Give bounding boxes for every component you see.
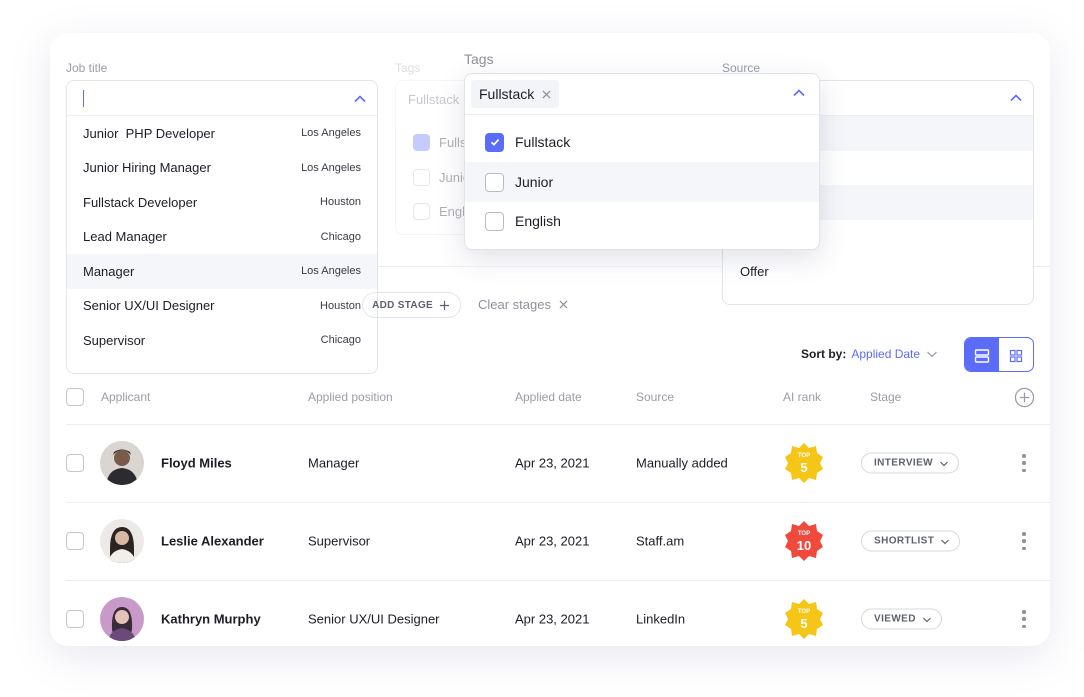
header-ai-rank[interactable]: AI rank [783,390,821,404]
divider [1034,266,1050,267]
chevron-up-icon[interactable] [792,86,806,100]
chevron-down-icon [941,539,950,544]
applicants-panel: Job title Junior PHP Developer Los Angele… [50,33,1050,646]
checkbox-icon [413,203,430,220]
job-option[interactable]: Supervisor Chicago [67,323,377,358]
close-icon [559,300,568,309]
more-options-icon[interactable] [1022,454,1026,472]
source: Staff.am [636,533,685,549]
avatar [100,441,144,485]
stage-dropdown[interactable]: SHORTLIST [861,530,961,552]
source-option[interactable]: Offer [723,254,1033,289]
header-applicant[interactable]: Applicant [101,390,150,404]
header-stage[interactable]: Stage [870,390,901,404]
applicant-name[interactable]: Floyd Miles [161,456,232,471]
stage-dropdown[interactable]: INTERVIEW [861,452,959,474]
applied-date: Apr 23, 2021 [515,455,590,471]
checkbox-icon [413,169,430,186]
source: Manually added [636,455,728,471]
row-checkbox[interactable] [66,610,84,628]
job-option[interactable]: Junior Hiring Manager Los Angeles [67,151,377,186]
checkbox-checked-icon[interactable] [485,132,504,152]
chevron-down-icon [940,461,948,466]
more-options-icon[interactable] [1022,532,1026,550]
divider [378,266,722,267]
job-title-label: Job title [66,61,108,75]
tag-option-english[interactable]: English [465,201,819,241]
applicant-name[interactable]: Kathryn Murphy [161,612,261,627]
tags-label-back: Tags [395,61,421,75]
applied-position: Manager [308,455,360,471]
header-source[interactable]: Source [636,390,674,404]
add-stage-button[interactable]: ADD STAGE [362,292,461,318]
view-toggle[interactable] [964,337,1034,372]
list-view-icon [974,348,990,363]
job-title-input[interactable] [67,81,377,116]
ai-rank-badge: TOP 10 [782,519,826,563]
ai-rank-badge: TOP 5 [782,597,826,641]
chevron-down-icon[interactable] [925,347,939,361]
job-option-hovered[interactable]: Manager Los Angeles [67,254,377,289]
row-checkbox[interactable] [66,454,84,472]
applicant-name[interactable]: Leslie Alexander [161,534,264,549]
job-option[interactable]: Fullstack Developer Houston [67,185,377,220]
tag-chip[interactable]: Fullstack [471,80,560,108]
select-all-checkbox[interactable] [66,388,84,406]
close-icon[interactable] [542,89,551,99]
grid-view-button[interactable] [999,338,1033,371]
more-options-icon[interactable] [1022,610,1026,628]
chevron-down-icon [922,617,931,622]
sort-control[interactable]: Sort by: Applied Date [801,347,939,361]
text-caret [83,90,84,107]
header-position[interactable]: Applied position [308,390,393,404]
divider [465,114,819,115]
job-option[interactable]: Senior UX/UI Designer Houston [67,289,377,324]
job-option[interactable]: Junior PHP Developer Los Angeles [67,116,377,151]
chevron-up-icon[interactable] [353,92,367,106]
chevron-up-icon[interactable] [1009,91,1023,105]
stage-dropdown[interactable]: VIEWED [861,608,942,630]
sort-value: Applied Date [851,347,921,361]
clear-stages-button[interactable]: Clear stages [478,297,568,312]
row-checkbox[interactable] [66,532,84,550]
ai-rank-badge: TOP 5 [782,441,826,485]
avatar [100,597,144,641]
tags-back-row: Fulls [413,134,466,151]
table-row[interactable]: Floyd Miles Manager Apr 23, 2021 Manuall… [50,424,1050,502]
checkbox-icon[interactable] [485,172,504,192]
add-column-icon[interactable] [1014,387,1035,408]
tags-dropdown[interactable]: Fullstack Fullstack Junior English [464,73,820,250]
tags-back-row: Engli [413,203,468,220]
applied-date: Apr 23, 2021 [515,533,590,549]
tags-back-row: Junio [413,169,470,186]
checkbox-checked-icon [413,134,430,151]
header-date[interactable]: Applied date [515,390,582,404]
applied-position: Supervisor [308,533,371,549]
applied-date: Apr 23, 2021 [515,611,590,627]
job-title-dropdown[interactable]: Junior PHP Developer Los Angeles Junior H… [66,80,378,374]
applied-position: Senior UX/UI Designer [308,611,440,627]
tag-option-junior[interactable]: Junior [465,162,819,202]
tags-back-chip: Fullstack [408,92,460,107]
tag-option-fullstack[interactable]: Fullstack [465,122,819,162]
table-row[interactable]: Leslie Alexander Supervisor Apr 23, 2021… [50,502,1050,580]
checkbox-icon[interactable] [485,211,504,231]
sort-label: Sort by: [801,347,847,361]
job-option[interactable]: Lead Manager Chicago [67,220,377,255]
grid-view-icon [1009,349,1023,362]
plus-icon [439,300,450,310]
list-view-button[interactable] [965,338,999,371]
avatar [100,519,144,563]
tags-label: Tags [464,51,494,67]
table-row[interactable]: Kathryn Murphy Senior UX/UI Designer Apr… [50,580,1050,646]
source: LinkedIn [636,611,686,627]
